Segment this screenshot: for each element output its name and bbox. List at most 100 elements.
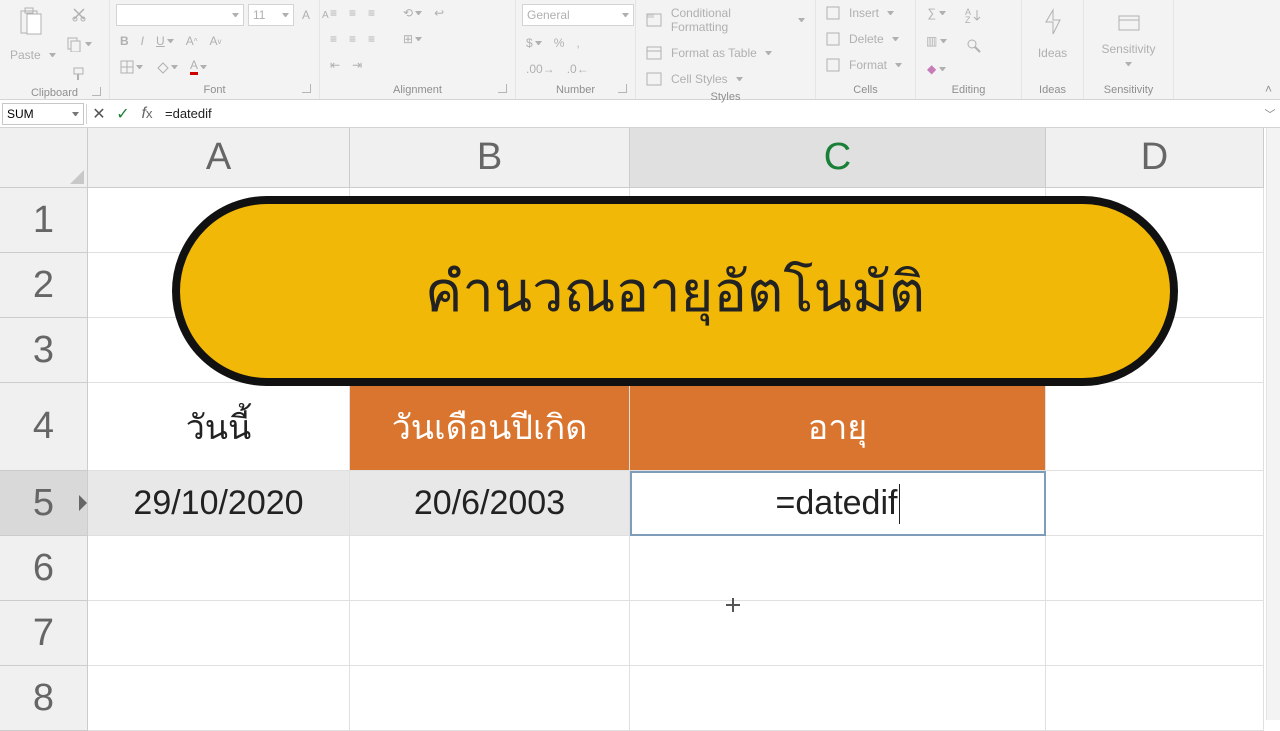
cell-A4[interactable]: วันนี้ — [88, 383, 350, 471]
copy-icon[interactable] — [62, 34, 96, 54]
expand-formula-bar-icon[interactable]: ﹀ — [1260, 106, 1280, 122]
ideas-label: Ideas — [1034, 44, 1071, 62]
group-label-clipboard: Clipboard — [31, 87, 78, 99]
cell-B6[interactable] — [350, 536, 630, 601]
bold-button[interactable]: B — [116, 32, 133, 50]
paste-label: Paste — [6, 46, 45, 64]
title-banner-shape[interactable]: คำนวณอายุอัตโนมัติ — [172, 196, 1178, 386]
sensitivity-icon[interactable] — [1111, 4, 1147, 36]
italic-button[interactable]: I — [137, 32, 148, 50]
orientation-icon[interactable]: ⟲ — [399, 4, 426, 22]
merge-icon[interactable]: ⊞ — [399, 30, 426, 48]
cell-C6[interactable] — [630, 536, 1046, 601]
cell-D7[interactable] — [1046, 601, 1264, 666]
format-as-table-button[interactable]: Format as Table — [642, 44, 776, 62]
align-left-icon[interactable]: ≡ — [326, 30, 341, 48]
cancel-formula-icon[interactable]: ✕ — [87, 103, 111, 125]
font-name-select[interactable] — [116, 4, 244, 26]
row-header-2[interactable]: 2 — [0, 253, 88, 318]
ribbon-collapse-icon[interactable]: ˄ — [1265, 82, 1272, 96]
comma-format-icon[interactable]: , — [572, 34, 583, 52]
find-select-icon[interactable] — [961, 36, 987, 56]
underline-button[interactable]: U — [152, 32, 178, 50]
row-header-7[interactable]: 7 — [0, 601, 88, 666]
cell-D5[interactable] — [1046, 471, 1264, 536]
group-editing: ∑ ▥ ◆ AZ Editing — [916, 0, 1022, 99]
cell-B8[interactable] — [350, 666, 630, 731]
group-number: General $ % , .00→ .0← Number — [516, 0, 636, 99]
group-styles: Conditional Formatting Format as Table C… — [636, 0, 816, 99]
paste-button[interactable] — [13, 4, 49, 40]
row-header-1[interactable]: 1 — [0, 188, 88, 253]
row-header-8[interactable]: 8 — [0, 666, 88, 731]
select-all-corner[interactable] — [0, 128, 88, 188]
cell-C8[interactable] — [630, 666, 1046, 731]
cell-A5[interactable]: 29/10/2020 — [88, 471, 350, 536]
cell-D4[interactable] — [1046, 383, 1264, 471]
wrap-text-icon[interactable]: ↩ — [430, 4, 448, 22]
group-clipboard: Paste Clipboard — [0, 0, 110, 99]
cell-B5[interactable]: 20/6/2003 — [350, 471, 630, 536]
name-box[interactable]: SUM — [2, 103, 84, 125]
conditional-formatting-button[interactable]: Conditional Formatting — [642, 4, 809, 36]
align-bottom-icon[interactable]: ≡ — [364, 4, 379, 22]
ideas-icon[interactable] — [1036, 4, 1070, 40]
group-label-editing: Editing — [952, 84, 986, 96]
format-button[interactable]: Format — [822, 56, 906, 74]
row-header-4[interactable]: 4 — [0, 383, 88, 471]
insert-button[interactable]: Insert — [822, 4, 898, 22]
confirm-formula-icon[interactable]: ✓ — [111, 103, 135, 125]
fx-icon[interactable]: fx — [135, 103, 159, 125]
row-header-6[interactable]: 6 — [0, 536, 88, 601]
vertical-scrollbar[interactable] — [1266, 128, 1280, 720]
cell-A8[interactable] — [88, 666, 350, 731]
align-right-icon[interactable]: ≡ — [364, 30, 379, 48]
fill-icon[interactable]: ▥ — [922, 32, 951, 50]
cell-styles-button[interactable]: Cell Styles — [642, 70, 747, 88]
increase-decimal-icon[interactable]: .00→ — [522, 60, 559, 78]
cell-C5[interactable]: =datedif — [630, 471, 1046, 536]
font-color-button[interactable]: A — [186, 56, 211, 77]
delete-button[interactable]: Delete — [822, 30, 903, 48]
sort-filter-icon[interactable]: AZ — [961, 4, 987, 26]
decrease-decimal-icon[interactable]: .0← — [563, 60, 593, 78]
sensitivity-label: Sensitivity — [1097, 40, 1159, 58]
col-header-B[interactable]: B — [350, 128, 630, 188]
cell-A7[interactable] — [88, 601, 350, 666]
cell-D6[interactable] — [1046, 536, 1264, 601]
superscript-button[interactable]: A^ — [182, 32, 202, 50]
cell-C7[interactable] — [630, 601, 1046, 666]
cell-B7[interactable] — [350, 601, 630, 666]
row-header-3[interactable]: 3 — [0, 318, 88, 383]
subscript-button[interactable]: Av — [205, 32, 225, 50]
group-alignment: ≡ ≡ ≡ ⟲ ↩ ≡ ≡ ≡ ⊞ ⇤ ⇥ Alignment — [320, 0, 516, 99]
align-middle-icon[interactable]: ≡ — [345, 4, 360, 22]
cut-icon[interactable] — [62, 4, 96, 24]
cell-C4[interactable]: อายุ — [630, 383, 1046, 471]
cell-A6[interactable] — [88, 536, 350, 601]
decrease-indent-icon[interactable]: ⇤ — [326, 56, 344, 74]
increase-indent-icon[interactable]: ⇥ — [348, 56, 366, 74]
border-button[interactable] — [116, 58, 147, 76]
grow-font-icon[interactable]: A — [298, 6, 314, 24]
group-label-font: Font — [203, 84, 225, 96]
group-cells: Insert Delete Format Cells — [816, 0, 916, 99]
font-size-select[interactable]: 11 — [248, 4, 294, 26]
col-header-D[interactable]: D — [1046, 128, 1264, 188]
align-center-icon[interactable]: ≡ — [345, 30, 360, 48]
cell-D8[interactable] — [1046, 666, 1264, 731]
format-painter-icon[interactable] — [62, 64, 96, 84]
percent-format-icon[interactable]: % — [550, 34, 569, 52]
row-header-5[interactable]: 5 — [0, 471, 88, 536]
col-header-A[interactable]: A — [88, 128, 350, 188]
number-format-select[interactable]: General — [522, 4, 634, 26]
formula-input[interactable]: =datedif — [159, 106, 1260, 121]
accounting-format-icon[interactable]: $ — [522, 34, 546, 52]
col-header-C[interactable]: C — [630, 128, 1046, 188]
autosum-icon[interactable]: ∑ — [922, 4, 951, 22]
group-sensitivity: Sensitivity Sensitivity — [1084, 0, 1174, 99]
cell-B4[interactable]: วันเดือนปีเกิด — [350, 383, 630, 471]
align-top-icon[interactable]: ≡ — [326, 4, 341, 22]
fill-color-button[interactable] — [151, 58, 182, 76]
clear-icon[interactable]: ◆ — [922, 60, 951, 78]
